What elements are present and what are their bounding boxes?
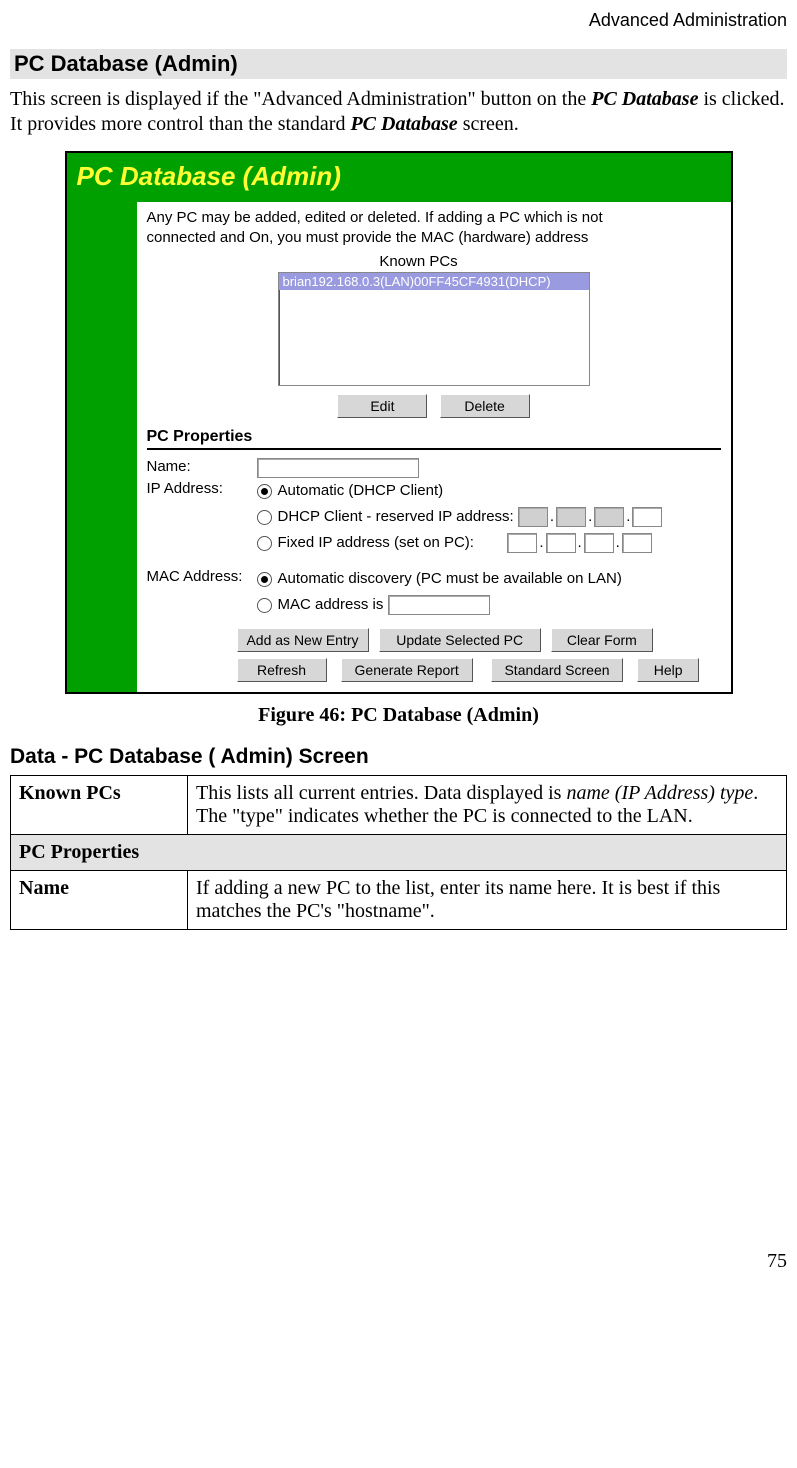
mac-input[interactable] [388,595,490,615]
page-header: Advanced Administration [10,10,787,31]
add-new-entry-button[interactable]: Add as New Entry [237,628,369,652]
reserved-ip-octet-2[interactable] [556,507,586,527]
pc-properties-header: PC Properties [147,428,721,450]
reserved-ip-octet-1[interactable] [518,507,548,527]
table-row: PC Properties [11,835,787,871]
radio-mac-auto[interactable] [257,572,272,587]
page-number: 75 [10,1250,787,1273]
radio-mac-auto-label: Automatic discovery (PC must be availabl… [278,570,622,587]
refresh-button[interactable]: Refresh [237,658,327,682]
generate-report-button[interactable]: Generate Report [341,658,473,682]
section-title: PC Database (Admin) [10,49,787,79]
delete-button[interactable]: Delete [440,394,530,418]
subsection-title: Data - PC Database ( Admin) Screen [10,745,787,769]
term-name: Name [11,871,188,930]
clear-form-button[interactable]: Clear Form [551,628,653,652]
sidebar [67,202,137,692]
help-button[interactable]: Help [637,658,699,682]
ip-address-label: IP Address: [147,480,257,497]
edit-button[interactable]: Edit [337,394,427,418]
radio-automatic-dhcp[interactable] [257,484,272,499]
desc-known-pcs-a: This lists all current entries. Data dis… [196,782,566,804]
radio-fixed-ip[interactable] [257,536,272,551]
reserved-ip-octet-3[interactable] [594,507,624,527]
radio-automatic-dhcp-label: Automatic (DHCP Client) [278,482,444,499]
row-header-pc-properties: PC Properties [11,835,787,871]
instruction-text: Any PC may be added, edited or deleted. … [147,208,721,247]
radio-reserved-ip[interactable] [257,510,272,525]
radio-mac-is[interactable] [257,598,272,613]
desc-known-pcs: This lists all current entries. Data dis… [188,776,787,835]
intro-em-2: PC Database [350,113,457,135]
known-pcs-label: Known PCs [117,253,721,270]
data-table: Known PCs This lists all current entries… [10,775,787,930]
name-input[interactable] [257,458,419,478]
desc-name: If adding a new PC to the list, enter it… [188,871,787,930]
fixed-ip-octet-2[interactable] [546,533,576,553]
table-row: Known PCs This lists all current entries… [11,776,787,835]
intro-em-1: PC Database [591,88,698,110]
radio-reserved-ip-label: DHCP Client - reserved IP address: [278,508,514,525]
list-item[interactable]: brian192.168.0.3(LAN)00FF45CF4931(DHCP) [279,273,589,290]
term-known-pcs: Known PCs [11,776,188,835]
intro-paragraph: This screen is displayed if the "Advance… [10,87,787,137]
intro-text-3: screen. [458,113,519,135]
reserved-ip-octet-4[interactable] [632,507,662,527]
intro-text-1: This screen is displayed if the "Advance… [10,88,591,110]
embedded-screenshot: PC Database (Admin) Any PC may be added,… [65,151,733,694]
update-selected-pc-button[interactable]: Update Selected PC [379,628,541,652]
figure-caption: Figure 46: PC Database (Admin) [10,704,787,727]
window-title: PC Database (Admin) [67,153,731,202]
radio-fixed-ip-label: Fixed IP address (set on PC): [278,534,474,551]
fixed-ip-octet-3[interactable] [584,533,614,553]
note-line-1: Any PC may be added, edited or deleted. … [147,209,603,226]
desc-known-pcs-i: name (IP Address) type [566,782,753,804]
radio-mac-is-label: MAC address is [278,596,384,613]
mac-address-label: MAC Address: [147,568,257,585]
fixed-ip-octet-1[interactable] [507,533,537,553]
table-row: Name If adding a new PC to the list, ent… [11,871,787,930]
standard-screen-button[interactable]: Standard Screen [491,658,623,682]
note-line-2: connected and On, you must provide the M… [147,229,589,246]
known-pcs-listbox[interactable]: brian192.168.0.3(LAN)00FF45CF4931(DHCP) [278,272,590,386]
fixed-ip-octet-4[interactable] [622,533,652,553]
name-label: Name: [147,458,257,475]
